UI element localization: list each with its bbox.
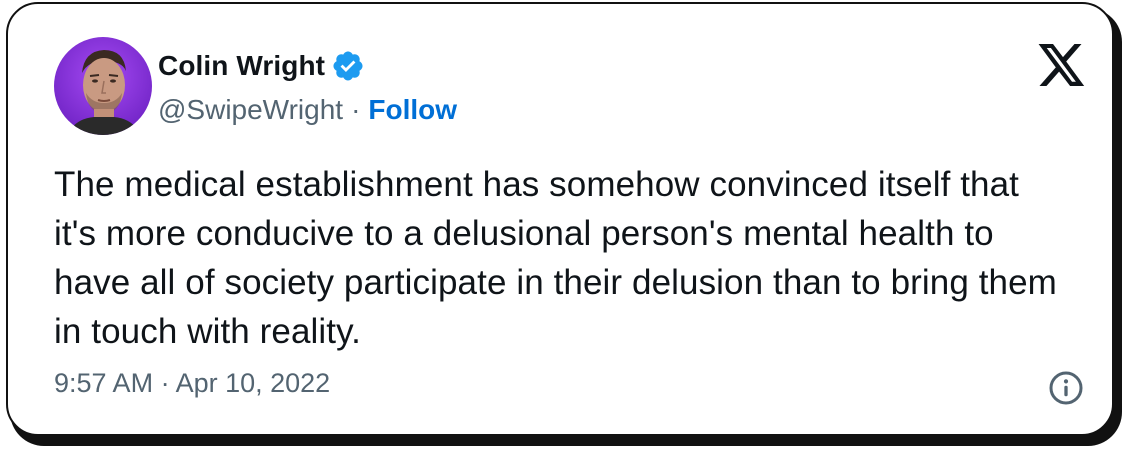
info-icon[interactable]: [1048, 370, 1084, 406]
tweet-card: Colin Wright @SwipeWright · Follow The m…: [6, 2, 1114, 436]
tweet-timestamp[interactable]: 9:57 AM · Apr 10, 2022: [54, 368, 330, 399]
separator-dot: ·: [351, 94, 361, 125]
author-row: Colin Wright: [158, 48, 365, 84]
verified-badge-icon: [333, 51, 363, 81]
handle-row: @SwipeWright · Follow: [158, 92, 457, 128]
x-logo-icon[interactable]: [1038, 44, 1086, 88]
author-handle[interactable]: @SwipeWright: [158, 94, 343, 126]
follow-button[interactable]: Follow: [368, 94, 457, 126]
author-name[interactable]: Colin Wright: [158, 50, 325, 82]
tweet-text: The medical establishment has somehow co…: [54, 165, 1057, 351]
avatar[interactable]: [54, 37, 152, 135]
